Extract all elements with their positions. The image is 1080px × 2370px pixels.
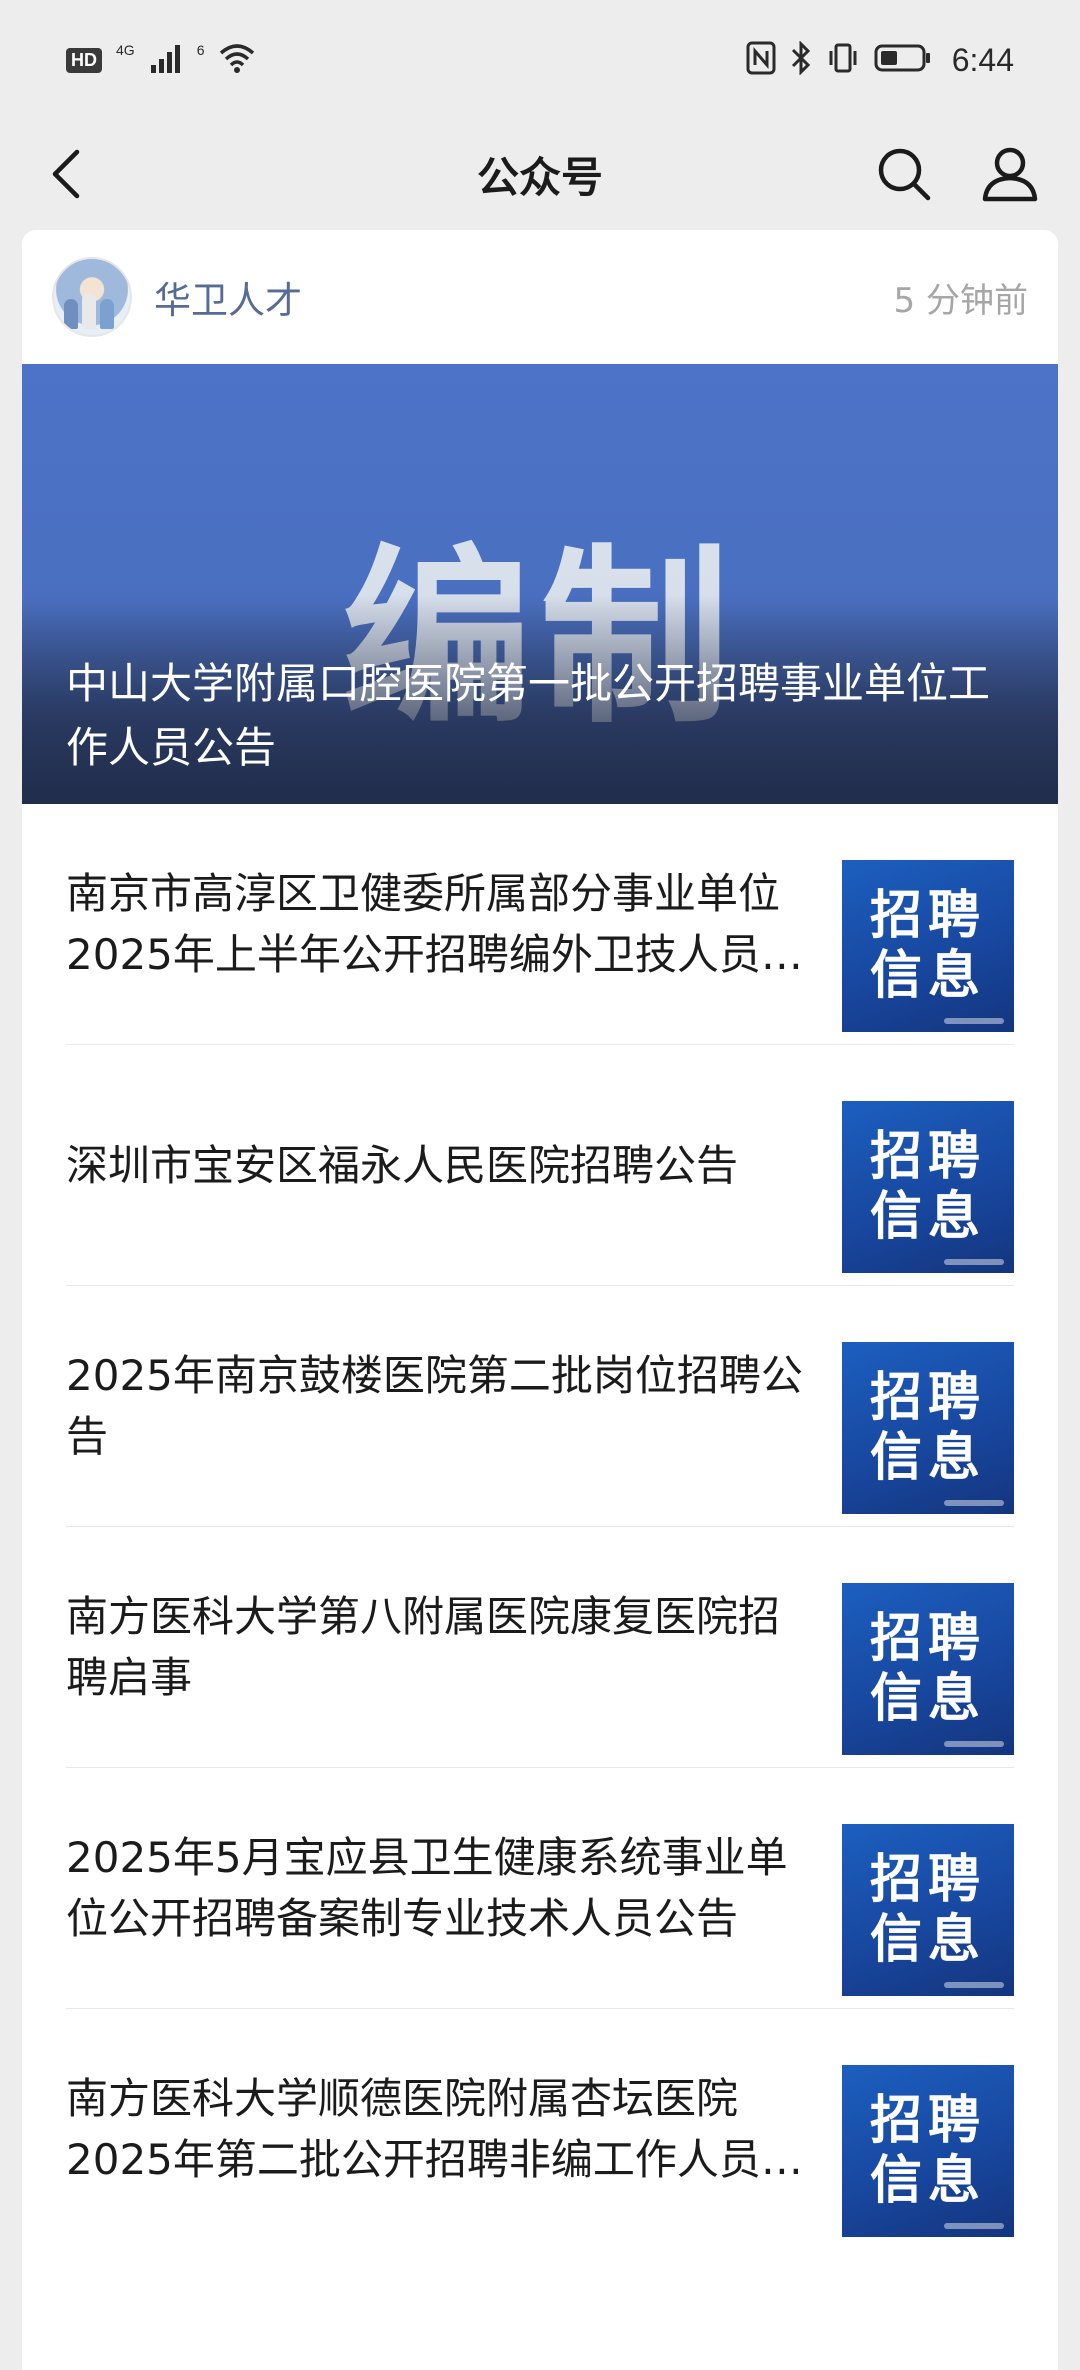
article-thumbnail: 招聘 信息 — [842, 860, 1014, 1032]
bluetooth-icon — [790, 39, 812, 80]
nfc-icon — [746, 41, 776, 80]
page-title: 公众号 — [476, 152, 603, 202]
article-item[interactable]: 2025年南京鼓楼医院第二批岗位招聘公告 招聘 信息 — [66, 1286, 1014, 1527]
article-thumbnail: 招聘 信息 — [842, 1101, 1014, 1273]
article-title: 2025年5月宝应县卫生健康系统事业单位公开招聘备案制专业技术人员公告 — [66, 1833, 788, 1943]
article-title: 南京市高淳区卫健委所属部分事业单位2025年上半年公开招聘编外卫技人员公告 — [66, 869, 803, 979]
article-thumbnail: 招聘 信息 — [842, 1583, 1014, 1755]
hero-article[interactable]: 编制 中山大学附属口腔医院第一批公开招聘事业单位工作人员公告 — [22, 364, 1058, 804]
hero-title: 中山大学附属口腔医院第一批公开招聘事业单位工作人员公告 — [66, 659, 991, 772]
thumbnail-watermark — [944, 1018, 1004, 1024]
card-header[interactable]: 华卫人才 5 分钟前 — [22, 230, 1058, 364]
thumbnail-text-line1: 招聘 — [869, 1127, 986, 1187]
article-item[interactable]: 深圳市宝安区福永人民医院招聘公告 招聘 信息 — [66, 1045, 1014, 1286]
thumbnail-text-line1: 招聘 — [869, 1368, 986, 1428]
clock: 6:44 — [951, 41, 1014, 78]
article-item[interactable]: 2025年5月宝应县卫生健康系统事业单位公开招聘备案制专业技术人员公告 招聘 信… — [66, 1768, 1014, 2009]
article-thumbnail: 招聘 信息 — [842, 1824, 1014, 1996]
account-avatar[interactable] — [52, 257, 132, 337]
article-list: 南京市高淳区卫健委所属部分事业单位2025年上半年公开招聘编外卫技人员公告 招聘… — [22, 804, 1058, 2249]
thumbnail-text-line2: 信息 — [869, 1187, 986, 1247]
thumbnail-text-line2: 信息 — [869, 1428, 986, 1488]
thumbnail-text-line1: 招聘 — [869, 1850, 986, 1910]
wifi-icon — [218, 43, 256, 78]
network-type-label: 4G — [116, 42, 135, 58]
battery-icon — [874, 43, 932, 78]
thumbnail-text-line1: 招聘 — [869, 1609, 986, 1669]
thumbnail-text-line2: 信息 — [869, 2151, 986, 2211]
thumbnail-watermark — [944, 1259, 1004, 1265]
wifi-standard-label: 6 — [196, 42, 205, 58]
search-button[interactable] — [872, 142, 936, 206]
thumbnail-watermark — [944, 1741, 1004, 1747]
thumbnail-text-line2: 信息 — [869, 1910, 986, 1970]
article-title: 南方医科大学顺德医院附属杏坛医院2025年第二批公开招聘非编工作人员公告 — [66, 2074, 803, 2184]
account-name[interactable]: 华卫人才 — [154, 270, 302, 324]
article-thumbnail: 招聘 信息 — [842, 2065, 1014, 2237]
article-title: 2025年南京鼓楼医院第二批岗位招聘公告 — [66, 1351, 803, 1461]
thumbnail-text-line1: 招聘 — [869, 886, 986, 946]
back-button[interactable] — [34, 142, 98, 206]
thumbnail-text-line1: 招聘 — [869, 2091, 986, 2151]
thumbnail-text-line2: 信息 — [869, 946, 986, 1006]
status-bar: HD 4G 6 6:44 — [0, 0, 1080, 120]
publish-time: 5 分钟前 — [893, 280, 1028, 321]
hd-badge: HD — [66, 47, 102, 73]
thumbnail-text-line2: 信息 — [869, 1669, 986, 1729]
chevron-left-icon — [52, 149, 80, 199]
thumbnail-watermark — [944, 1500, 1004, 1506]
signal-icon — [149, 43, 183, 78]
search-icon — [878, 148, 931, 201]
article-item[interactable]: 南京市高淳区卫健委所属部分事业单位2025年上半年公开招聘编外卫技人员公告 招聘… — [66, 804, 1014, 1045]
status-left: HD 4G 6 — [66, 42, 256, 78]
person-icon — [982, 147, 1038, 202]
article-title: 深圳市宝安区福永人民医院招聘公告 — [66, 1140, 739, 1190]
profile-button[interactable] — [978, 142, 1042, 206]
thumbnail-watermark — [944, 1982, 1004, 1988]
article-card: 华卫人才 5 分钟前 编制 中山大学附属口腔医院第一批公开招聘事业单位工作人员公… — [22, 230, 1058, 2370]
article-title: 南方医科大学第八附属医院康复医院招聘启事 — [66, 1592, 781, 1702]
article-item[interactable]: 南方医科大学顺德医院附属杏坛医院2025年第二批公开招聘非编工作人员公告 招聘 … — [66, 2009, 1014, 2249]
status-right: 6:44 — [746, 39, 1014, 80]
thumbnail-watermark — [944, 2223, 1004, 2229]
article-item[interactable]: 南方医科大学第八附属医院康复医院招聘启事 招聘 信息 — [66, 1527, 1014, 1768]
nav-bar: 公众号 — [0, 120, 1080, 228]
article-thumbnail: 招聘 信息 — [842, 1342, 1014, 1514]
vibrate-icon — [826, 41, 860, 80]
